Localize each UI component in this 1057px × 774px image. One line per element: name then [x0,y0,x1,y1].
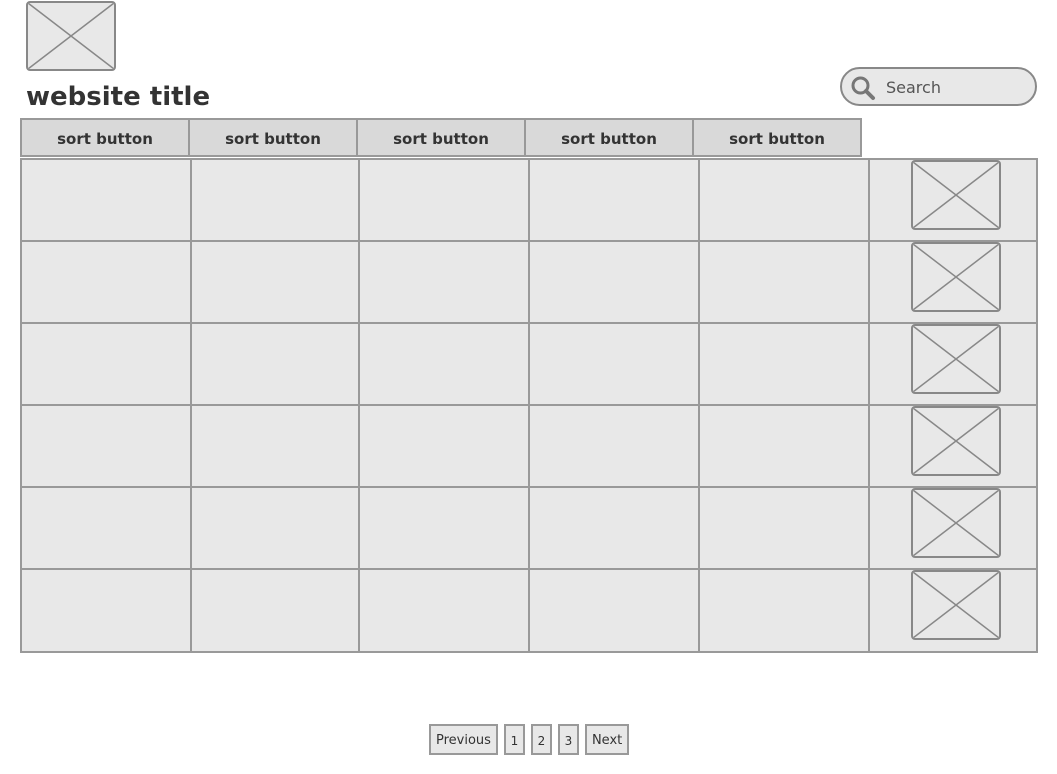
table-header-row: sort button sort button sort button sort… [20,118,862,157]
table-cell [360,406,530,486]
image-placeholder-icon [913,326,999,392]
table-cell [700,570,870,652]
table-cell [530,488,700,568]
row-image-placeholder [911,324,1001,394]
table-cell [530,242,700,322]
sort-button-2[interactable]: sort button [188,118,358,157]
image-placeholder-icon [913,162,999,228]
table-cell [530,406,700,486]
table-cell [360,488,530,568]
table-row [22,242,1036,324]
image-placeholder-icon [913,572,999,638]
table-row [22,488,1036,570]
table-cell [700,160,870,240]
table-cell [190,488,360,568]
data-table [20,158,1038,653]
table-cell [700,242,870,322]
table-cell [22,242,192,322]
table-cell [360,324,530,404]
pagination: Previous 1 2 3 Next [429,724,630,755]
page-1-button[interactable]: 1 [503,724,525,755]
table-cell [22,406,192,486]
table-cell [700,324,870,404]
page-3-button[interactable]: 3 [557,724,579,755]
table-cell [530,160,700,240]
table-cell [360,570,530,652]
search-icon[interactable] [850,75,876,101]
sort-button-3[interactable]: sort button [356,118,526,157]
previous-page-button[interactable]: Previous [429,724,498,755]
table-cell [22,488,192,568]
image-placeholder-icon [913,408,999,474]
sort-button-4[interactable]: sort button [524,118,694,157]
sort-button-1[interactable]: sort button [20,118,190,157]
next-page-button[interactable]: Next [584,724,630,755]
table-cell [530,570,700,652]
table-row [22,324,1036,406]
table-row [22,160,1036,242]
table-cell [700,406,870,486]
row-image-placeholder [911,570,1001,640]
table-cell [190,160,360,240]
table-cell [22,160,192,240]
table-cell [360,160,530,240]
page-2-button[interactable]: 2 [530,724,552,755]
table-cell [700,488,870,568]
page-title: website title [26,82,211,112]
row-image-placeholder [911,488,1001,558]
row-image-placeholder [911,160,1001,230]
table-cell [22,324,192,404]
table-cell [22,570,192,652]
table-row [22,570,1036,652]
table-cell [190,242,360,322]
table-cell [530,324,700,404]
image-placeholder-icon [913,490,999,556]
search-input[interactable] [886,75,1026,99]
sort-button-5[interactable]: sort button [692,118,862,157]
logo-image-placeholder [26,1,116,71]
table-cell [190,570,360,652]
table-cell [190,324,360,404]
image-placeholder-icon [28,3,114,69]
row-image-placeholder [911,406,1001,476]
search-box[interactable] [840,67,1037,106]
table-row [22,406,1036,488]
image-placeholder-icon [913,244,999,310]
table-cell [190,406,360,486]
table-cell [360,242,530,322]
row-image-placeholder [911,242,1001,312]
